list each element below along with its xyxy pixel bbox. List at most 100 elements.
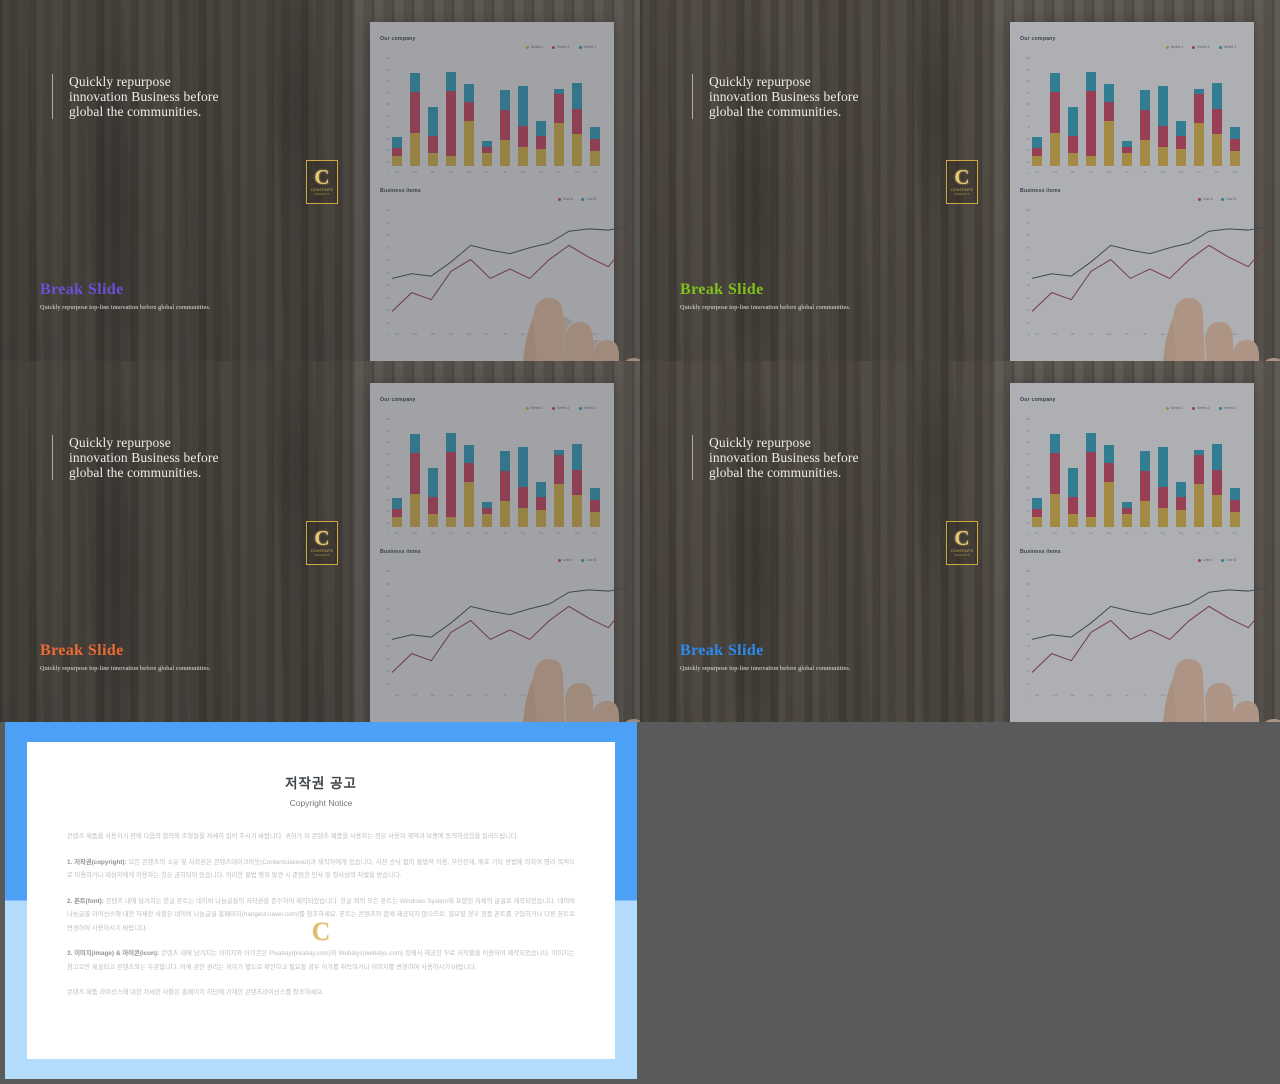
chart-legend: Series 1 Series 2 Series 3 xyxy=(1165,45,1236,49)
slide-thumbnail-1[interactable]: Our company Series 1 Series 2 Series 3 100 90… xyxy=(0,0,640,361)
copyright-notice-panel: 저작권 공고 Copyright Notice 콘텐츠 제품을 사용하기 전에 … xyxy=(5,722,637,1079)
y-tick-label: 90 xyxy=(387,68,390,72)
bar-segment xyxy=(1140,140,1150,166)
legend-color-swatch xyxy=(552,45,556,49)
slide-thumbnail-3[interactable]: Our company Series 1 Series 2 Series 3 100 90… xyxy=(0,361,640,722)
x-tick-label: Sep xyxy=(538,333,544,336)
logo-word: CONTENTS xyxy=(310,188,334,192)
y-tick-label: 90 xyxy=(1027,582,1030,586)
x-tick-label: Oct xyxy=(1197,694,1201,697)
y-tick-label: 20 xyxy=(1027,149,1030,153)
x-tick-label: Jul xyxy=(1143,694,1147,697)
bar-column xyxy=(1104,419,1114,527)
x-tick-label: Jul xyxy=(503,171,507,174)
y-axis: 100 90 80 70 60 50 40 30 20 10 0 xyxy=(1020,209,1030,338)
x-tick-label: Apr xyxy=(449,694,453,697)
legend-color-swatch xyxy=(1218,45,1222,49)
bar-column xyxy=(572,58,582,166)
slide-title-4: Break Slide xyxy=(680,642,764,659)
bar-segment xyxy=(1230,511,1240,527)
y-tick-label: 80 xyxy=(387,595,390,599)
x-tick-label: Oct xyxy=(1197,171,1201,174)
line-series-svg xyxy=(392,210,628,328)
bar-plot-area: 100 90 80 70 60 50 40 30 20 10 0 Jan Feb Mar Apr May Jun… xyxy=(1020,418,1244,537)
bar-column xyxy=(482,58,492,166)
slide-title-3: Break Slide xyxy=(40,642,124,659)
paper-photo-3: Our company Series 1 Series 2 Series 3 100 90… xyxy=(352,361,640,722)
bar-column xyxy=(1086,419,1096,527)
bar-segment xyxy=(1212,133,1222,166)
x-tick-label: Sep xyxy=(1178,532,1184,535)
bar-segment xyxy=(590,139,600,151)
legend-item: Series 2 xyxy=(1192,406,1210,410)
bar-segment xyxy=(1176,481,1186,497)
legend-label: Series 1 xyxy=(1170,45,1184,49)
bar-segment xyxy=(518,487,528,508)
x-axis: Jan Feb Mar Apr May Jun Jul Aug Sep Oct Nov Dec xyxy=(1032,532,1240,535)
copyright-subtitle: Copyright Notice xyxy=(289,798,353,808)
legend-color-swatch xyxy=(1221,558,1225,562)
bar-column xyxy=(1032,58,1042,166)
bar-segment xyxy=(446,91,456,157)
legend-color-swatch xyxy=(1192,45,1196,49)
x-tick-label: Oct xyxy=(1197,333,1201,336)
y-tick-label: 70 xyxy=(1027,607,1030,611)
y-tick-label: 30 xyxy=(1027,657,1030,661)
bar-column xyxy=(482,419,492,527)
chart-legend: Series 1 Series 2 Series 3 xyxy=(1165,406,1236,410)
y-tick-label: 40 xyxy=(387,126,390,130)
line-chart-2: Business items Line A Line B 100 90 80 70 60 50 4… xyxy=(1020,188,1244,338)
bar-segment xyxy=(536,135,546,149)
bar-segment xyxy=(446,452,456,518)
x-tick-label: Mar xyxy=(1070,532,1076,535)
copyright-footer: 콘텐츠 제품 라이선스에 대한 자세한 사항은 홈페이지 하단에 기재한 콘텐츠… xyxy=(67,989,324,996)
bar-segment xyxy=(518,86,528,127)
bar-column xyxy=(1122,419,1132,527)
y-tick-label: 50 xyxy=(387,632,390,636)
bar-segment xyxy=(1212,82,1222,109)
x-tick-label: Jun xyxy=(484,171,490,174)
bar-segment xyxy=(518,126,528,147)
copyright-item-1-text: 모든 콘텐츠의 소유 및 저작권은 콘텐츠테이크아웃(Contentstakeo… xyxy=(67,858,576,880)
bar-column xyxy=(1140,419,1150,527)
bar-segment xyxy=(1194,93,1204,123)
x-tick-label: Mar xyxy=(430,333,436,336)
y-tick-label: 100 xyxy=(1025,57,1030,60)
y-tick-label: 100 xyxy=(1025,209,1030,212)
bar-segment xyxy=(1032,156,1042,166)
x-tick-label: May xyxy=(466,171,472,174)
y-tick-label: 70 xyxy=(387,452,390,456)
x-tick-label: Dec xyxy=(592,694,598,697)
slide-thumbnail-2[interactable]: Our company Series 1 Series 2 Series 3 100 90… xyxy=(640,0,1280,361)
legend-color-swatch xyxy=(1165,45,1169,49)
chart-legend: Line A Line B xyxy=(1197,197,1236,201)
bar-segment xyxy=(1104,444,1114,464)
bar-chart-2: Our company Series 1 Series 2 Series 3 100 90… xyxy=(1020,36,1244,176)
x-tick-label: Mar xyxy=(430,171,436,174)
x-tick-label: Sep xyxy=(538,694,544,697)
x-tick-label: Nov xyxy=(574,694,580,697)
slide-thumbnail-4[interactable]: Our company Series 1 Series 2 Series 3 100 90… xyxy=(640,361,1280,722)
logo-word-secondary: TAKEOUT xyxy=(954,193,970,196)
legend-label: Line B xyxy=(586,558,596,562)
legend-label: Series 2 xyxy=(1197,45,1210,49)
y-tick-label: 20 xyxy=(1027,309,1030,313)
bar-segment xyxy=(1176,120,1186,136)
logo-watermark-2: C CONTENTS TAKEOUT xyxy=(946,160,978,204)
bar-segment xyxy=(590,500,600,512)
legend-item: Line A xyxy=(557,197,572,201)
x-tick-label: Mar xyxy=(1070,333,1076,336)
y-tick-label: 0 xyxy=(1028,695,1030,699)
legend-label: Series 1 xyxy=(1170,406,1184,410)
x-tick-label: May xyxy=(1106,171,1112,174)
bar-segment xyxy=(554,93,564,123)
bar-column xyxy=(572,419,582,527)
y-tick-label: 60 xyxy=(387,259,390,263)
bar-segment xyxy=(572,443,582,470)
bar-column xyxy=(446,419,456,527)
logo-word: CONTENTS xyxy=(950,549,974,553)
x-axis: Jan Feb Mar Apr May Jun Jul Aug Sep Oct Nov Dec xyxy=(392,694,600,697)
slide-quote-3: Quickly repurpose innovation Business be… xyxy=(52,435,222,480)
legend-color-swatch xyxy=(1221,197,1225,201)
x-tick-label: Nov xyxy=(1214,532,1220,535)
